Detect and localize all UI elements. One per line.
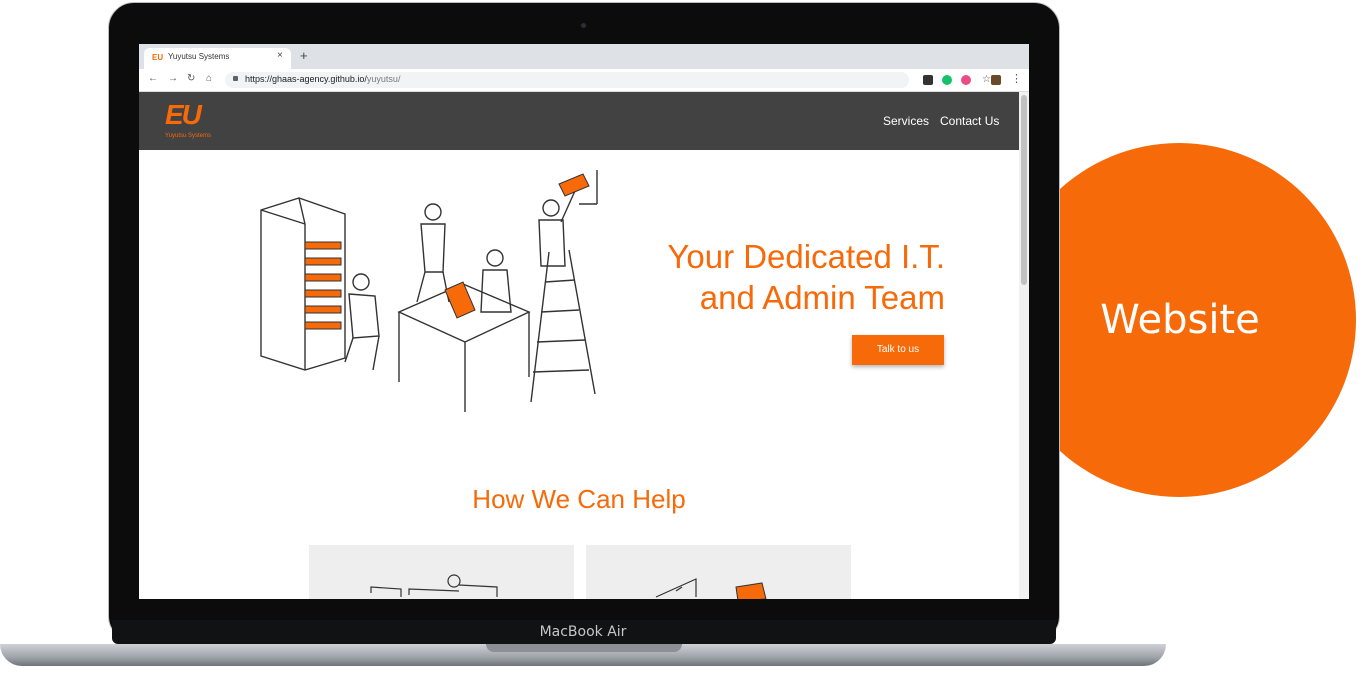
logo-mark: EU [165, 99, 202, 130]
hero-title-line-2: and Admin Team [699, 279, 945, 316]
logo-text: Yuyutsu Systems [165, 133, 212, 139]
service-card[interactable] [309, 545, 574, 599]
card-illustration [655, 578, 767, 599]
website-badge-label: Website [1100, 297, 1260, 343]
address-bar[interactable]: https://ghaas-agency.github.io/yuyutsu/ … [225, 72, 991, 88]
laptop-screen: EU Yuyutsu Systems × + ← → ↻ ⌂ https://g… [139, 44, 1029, 599]
star-icon[interactable]: ☆ [982, 74, 991, 85]
reload-icon[interactable]: ↻ [187, 73, 195, 85]
url-text: https://ghaas-agency.github.io/yuyutsu/ [245, 74, 400, 84]
card-illustration [370, 574, 498, 597]
site-header: EU Yuyutsu Systems Services Contact Us [139, 92, 1019, 150]
device-label: MacBook Air [539, 624, 627, 640]
camera-icon [581, 23, 586, 28]
url-host: https://ghaas-agency.github.io/ [245, 74, 367, 84]
section-title: How We Can Help [472, 484, 686, 514]
forward-icon[interactable]: → [168, 73, 178, 85]
tab-title: Yuyutsu Systems [168, 52, 230, 61]
back-icon[interactable]: ← [148, 73, 158, 85]
new-tab-button[interactable]: + [300, 49, 308, 63]
talk-to-us-button[interactable]: Talk to us [852, 335, 944, 365]
url-path: yuyutsu/ [366, 74, 401, 84]
extension-icon[interactable] [923, 75, 933, 85]
browser-tab-bar: EU Yuyutsu Systems × + [139, 44, 1029, 69]
home-icon[interactable]: ⌂ [206, 73, 212, 85]
extension-heart-icon[interactable] [961, 75, 971, 85]
grammarly-icon[interactable] [942, 75, 952, 85]
nav-services-link[interactable]: Services [883, 114, 929, 128]
close-icon[interactable]: × [277, 50, 283, 61]
laptop-notch [486, 644, 682, 652]
scrollbar-thumb[interactable] [1021, 95, 1027, 285]
menu-icon[interactable]: ⋮ [1011, 72, 1022, 85]
webpage: EU Yuyutsu Systems Services Contact Us Y… [139, 92, 1029, 599]
tab-favicon-icon: EU [152, 53, 164, 62]
service-card[interactable] [586, 545, 851, 599]
hero-title: Your Dedicated I.T. and Admin Team [609, 236, 945, 318]
nav-contact-link[interactable]: Contact Us [940, 114, 999, 128]
lock-icon [233, 76, 238, 81]
hero-illustration [260, 170, 598, 412]
browser-tab[interactable]: EU Yuyutsu Systems × [144, 48, 291, 69]
site-logo[interactable]: EU Yuyutsu Systems [165, 100, 221, 142]
profile-icon[interactable] [991, 75, 1001, 85]
hero-title-line-1: Your Dedicated I.T. [667, 238, 945, 275]
page-scrollbar[interactable] [1019, 92, 1029, 599]
browser-toolbar: ← → ↻ ⌂ https://ghaas-agency.github.io/y… [139, 69, 1029, 92]
